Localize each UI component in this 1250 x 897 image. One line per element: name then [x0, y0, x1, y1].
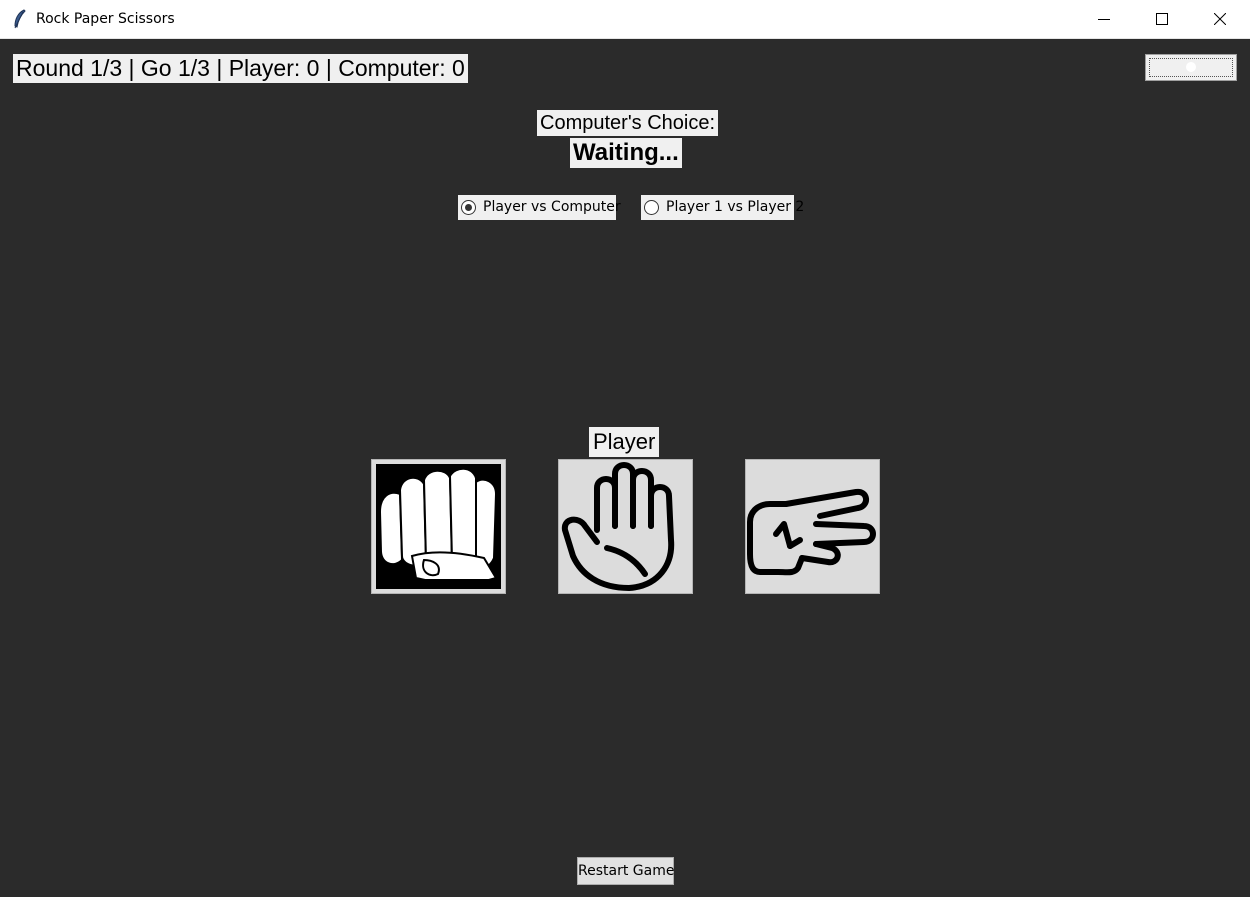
radio-unselected-icon [644, 200, 659, 215]
title-bar: Rock Paper Scissors [0, 0, 1250, 39]
scissors-hand-icon [747, 488, 876, 576]
mode-label: Player 1 vs Player 2 [666, 199, 805, 215]
player-label: Player [589, 427, 660, 457]
minimize-icon [1098, 19, 1110, 20]
top-right-button[interactable] [1145, 54, 1237, 81]
mode-radio-player-vs-player[interactable]: Player 1 vs Player 2 [641, 195, 804, 220]
close-icon [1214, 13, 1226, 25]
paper-button[interactable] [558, 459, 693, 594]
computer-choice-label: Computer's Choice: [537, 110, 718, 136]
mode-label: Player vs Computer [483, 199, 621, 215]
feather-icon [12, 9, 28, 29]
maximize-button[interactable] [1133, 0, 1191, 39]
button-icon [1186, 62, 1196, 72]
maximize-icon [1156, 13, 1168, 25]
mode-radio-player-vs-computer[interactable]: Player vs Computer [458, 195, 621, 220]
minimize-button[interactable] [1075, 0, 1133, 39]
restart-game-button[interactable]: Restart Game [577, 857, 674, 885]
radio-selected-icon [461, 200, 476, 215]
score-status: Round 1/3 | Go 1/3 | Player: 0 | Compute… [13, 54, 468, 83]
window-title: Rock Paper Scissors [36, 11, 175, 27]
scissors-button[interactable] [745, 459, 880, 594]
rock-button[interactable] [371, 459, 506, 594]
fist-icon [376, 464, 501, 589]
open-hand-icon [561, 462, 675, 591]
computer-choice-value: Waiting... [570, 138, 682, 168]
close-button[interactable] [1191, 0, 1249, 39]
